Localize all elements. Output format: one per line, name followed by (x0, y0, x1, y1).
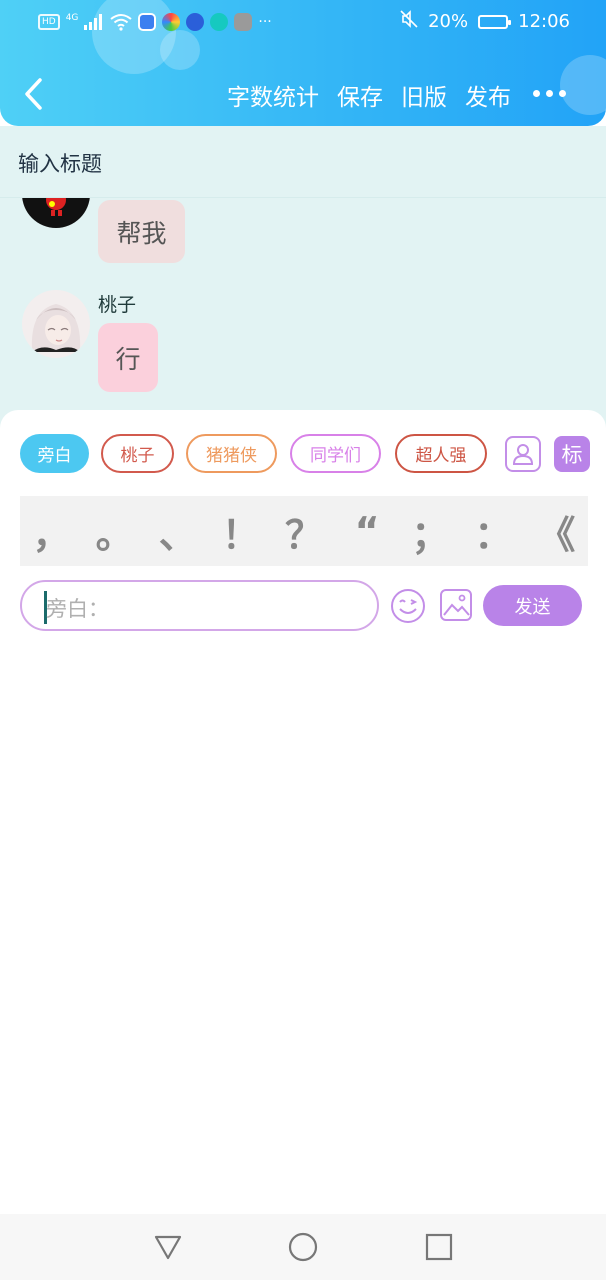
input-row: 旁白： 发送 (20, 580, 590, 632)
video-app-icon (234, 13, 253, 31)
tag-label: 标 (561, 443, 583, 467)
battery-icon (478, 14, 512, 29)
punct-key[interactable]: ： (468, 504, 518, 559)
title-field[interactable]: 输入标题 (0, 126, 606, 198)
shield-app-icon (138, 13, 157, 31)
toolbar: 字数统计 保存 旧版 发布 (0, 64, 606, 124)
punct-key[interactable]: ？ (279, 504, 329, 559)
chat-area: 帮我 桃子 行 (0, 198, 606, 428)
app-header: HD 4G ··· 20% 12:06 字数统计 保存 旧版 发布 (0, 0, 606, 126)
wifi-icon (110, 12, 133, 32)
add-character-button[interactable] (505, 436, 541, 472)
punct-key[interactable]: ； (405, 504, 455, 559)
punct-key[interactable]: ！ (216, 504, 266, 559)
color-app-icon (162, 13, 181, 31)
smiley-icon (391, 589, 425, 623)
word-count-button[interactable]: 字数统计 (227, 78, 319, 112)
message-bubble[interactable]: 行 (98, 323, 158, 392)
square-recents-icon (425, 1233, 453, 1261)
role-chip-zhuzhuxia[interactable]: 猪猪侠 (186, 434, 277, 473)
role-label: 桃子 (120, 446, 155, 466)
status-icons-left: HD 4G ··· (38, 12, 272, 32)
role-label: 猪猪侠 (206, 446, 257, 466)
avatar[interactable] (22, 198, 90, 228)
circle-home-icon (288, 1232, 318, 1262)
network-badge: 4G (65, 13, 79, 23)
old-version-button[interactable]: 旧版 (401, 78, 447, 112)
emoji-button[interactable] (390, 588, 426, 624)
punctuation-bar: ， 。 、 ！ ？ “ ； ： 《 (20, 496, 588, 566)
toolbar-actions: 字数统计 保存 旧版 发布 (227, 78, 511, 112)
chevron-left-icon (25, 78, 42, 110)
triangle-back-icon (154, 1235, 182, 1260)
nav-recents-button[interactable] (424, 1232, 454, 1262)
status-bar: HD 4G ··· 20% 12:06 (0, 0, 606, 46)
image-button[interactable] (439, 588, 473, 622)
publish-button[interactable]: 发布 (465, 78, 511, 112)
person-icon (512, 444, 534, 465)
play-app-icon (186, 13, 205, 31)
mute-icon (400, 10, 418, 33)
role-chip-taozi[interactable]: 桃子 (101, 434, 174, 473)
role-label: 超人强 (415, 446, 467, 466)
message-input[interactable]: 旁白： (20, 580, 379, 631)
punct-key[interactable]: 《 (531, 504, 581, 559)
clock: 12:06 (518, 11, 570, 32)
message-text: 行 (115, 344, 141, 374)
punct-key[interactable]: ， (27, 504, 77, 559)
avatar[interactable] (22, 290, 90, 358)
message-text: 帮我 (116, 218, 167, 248)
speaker-name: 桃子 (98, 294, 137, 316)
send-label: 发送 (514, 596, 551, 618)
more-dot-icon (533, 90, 540, 97)
signal-icon (84, 12, 104, 32)
more-notifications-icon: ··· (258, 14, 272, 30)
message-placeholder: 旁白： (46, 597, 109, 621)
compose-panel: 旁白 桃子 猪猪侠 同学们 超人强 标 ， 。 、 ！ ？ “ ； ： 《 旁白… (0, 410, 606, 656)
hd-badge: HD (38, 14, 60, 30)
tag-button[interactable]: 标 (554, 436, 590, 472)
status-icons-right: 20% 12:06 (400, 10, 570, 33)
nav-back-button[interactable] (153, 1232, 183, 1262)
nav-home-button[interactable] (288, 1232, 318, 1262)
role-label: 同学们 (310, 446, 361, 466)
tap-app-icon (210, 13, 229, 31)
punct-key[interactable]: 。 (90, 504, 140, 559)
role-chip-chaorenqiang[interactable]: 超人强 (395, 434, 487, 473)
title-placeholder: 输入标题 (18, 152, 102, 176)
more-dot-icon (559, 90, 566, 97)
punct-key[interactable]: “ (342, 509, 392, 553)
send-button[interactable]: 发送 (483, 585, 582, 626)
image-icon (440, 589, 472, 621)
system-nav-bar (0, 1214, 606, 1280)
back-button[interactable] (20, 76, 50, 112)
role-chip-narration[interactable]: 旁白 (20, 434, 89, 473)
battery-percent: 20% (428, 11, 469, 32)
role-chip-classmates[interactable]: 同学们 (290, 434, 381, 473)
punct-key[interactable]: 、 (153, 504, 203, 559)
message-bubble[interactable]: 帮我 (98, 200, 185, 263)
more-menu-button[interactable] (533, 90, 566, 97)
save-button[interactable]: 保存 (337, 78, 383, 112)
more-dot-icon (546, 90, 553, 97)
role-label: 旁白 (37, 446, 72, 466)
